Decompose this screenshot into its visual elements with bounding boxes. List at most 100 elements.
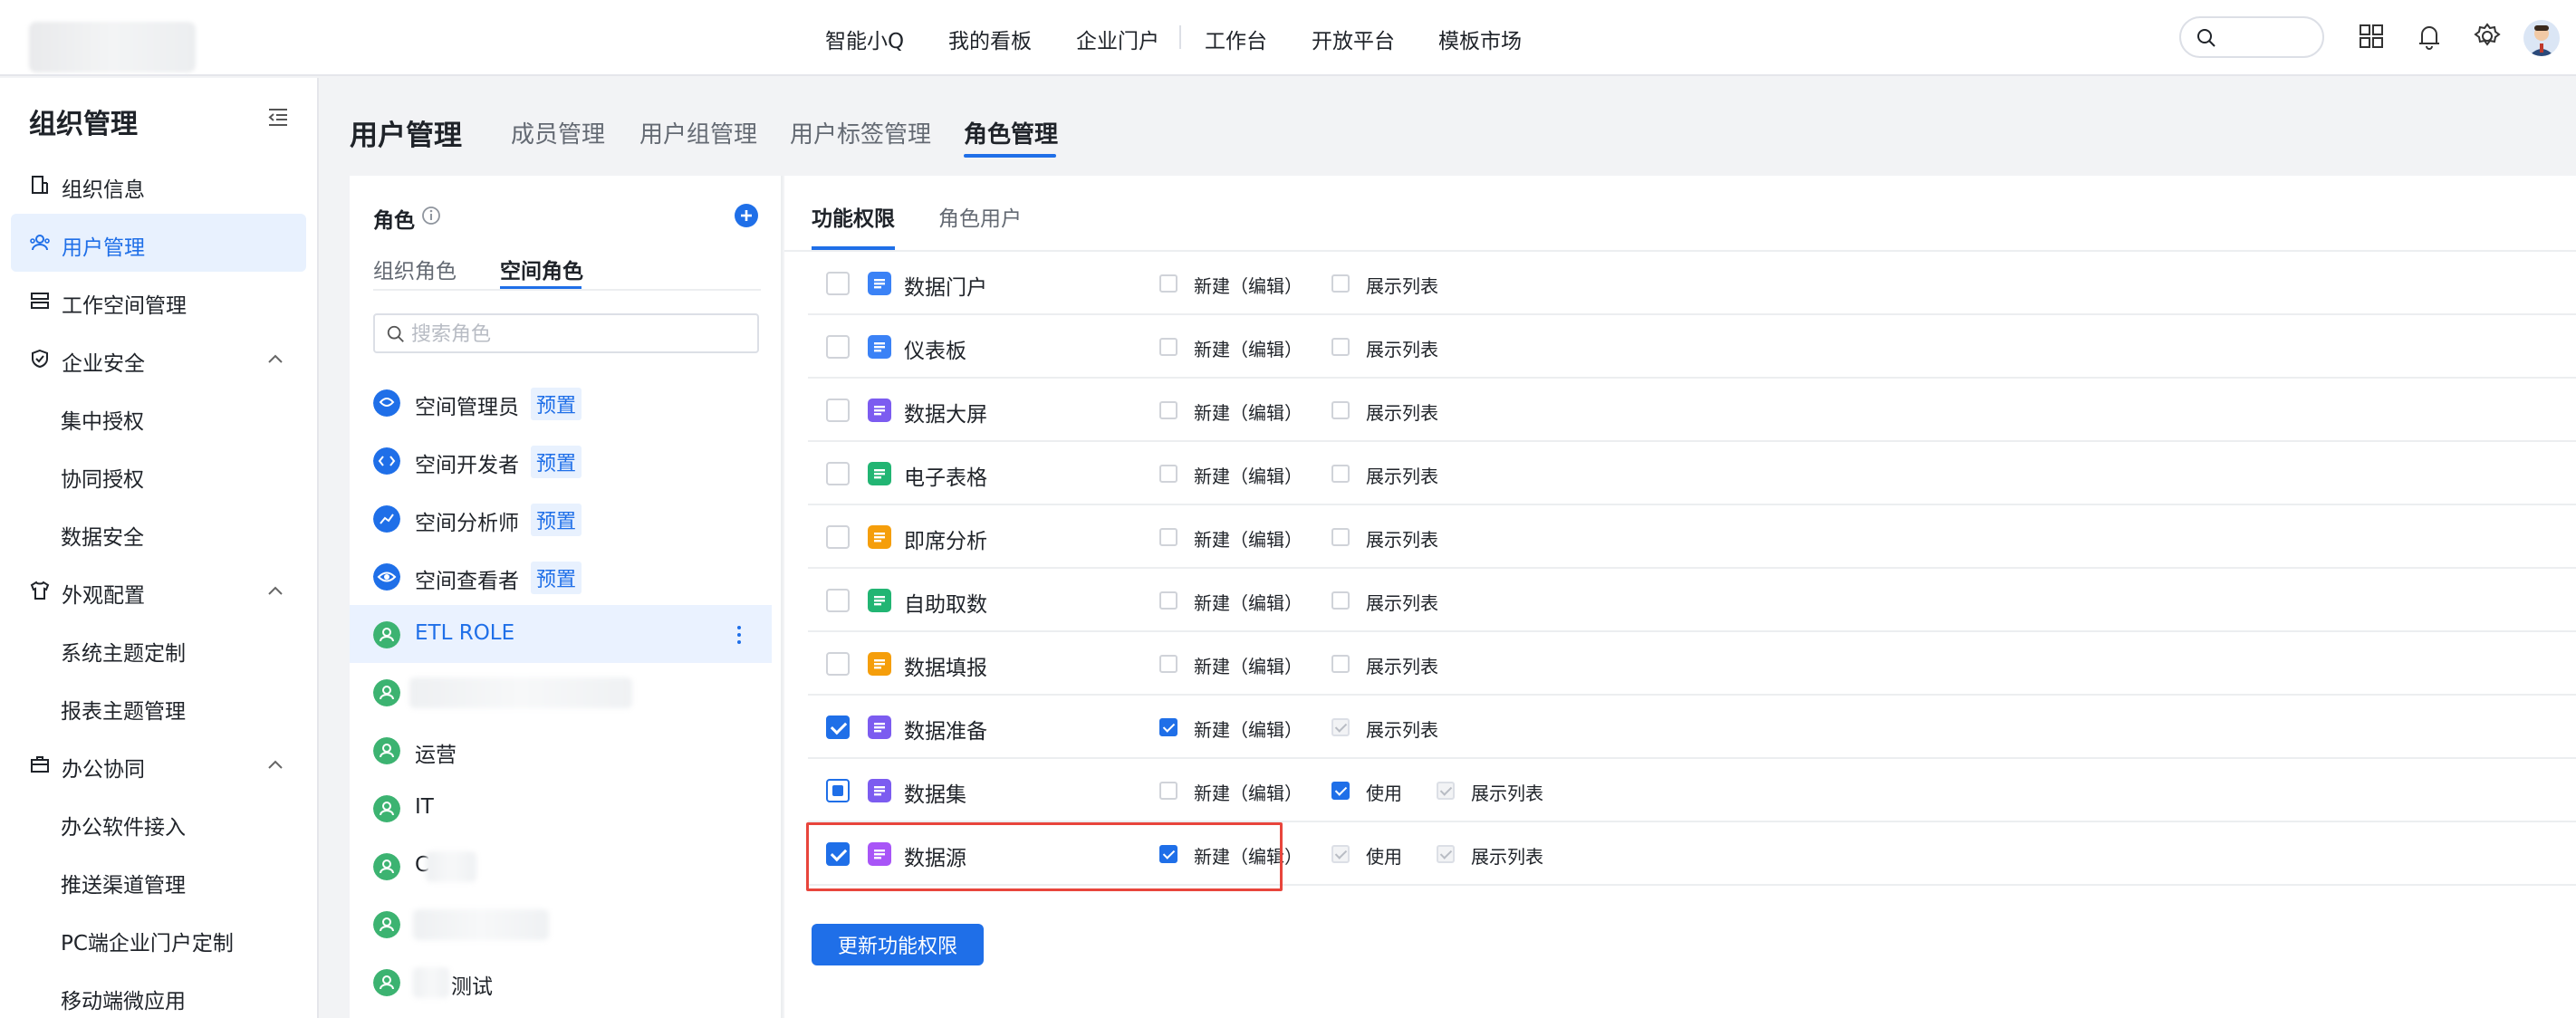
module-checkbox[interactable] xyxy=(826,589,850,612)
permission-checkbox[interactable] xyxy=(1331,338,1350,356)
tab-member-management[interactable]: 成员管理 xyxy=(511,116,605,149)
tab-user-tag[interactable]: 用户标签管理 xyxy=(790,116,931,149)
chevron-up-icon[interactable] xyxy=(266,583,284,598)
sidebar-item-label: 外观配置 xyxy=(62,584,145,608)
permission-checkbox xyxy=(1331,718,1350,736)
role-item[interactable]: C xyxy=(350,837,772,895)
sidebar-item-org-info[interactable]: 组织信息 xyxy=(11,156,306,214)
module-checkbox[interactable] xyxy=(826,335,850,359)
user-avatar[interactable] xyxy=(2523,20,2560,56)
permission-checkbox[interactable] xyxy=(1159,655,1177,673)
sidebar-item-workspace[interactable]: 工作空间管理 xyxy=(11,272,306,330)
chevron-up-icon[interactable] xyxy=(266,351,284,366)
tab-org-roles[interactable]: 组织角色 xyxy=(373,254,457,284)
role-item[interactable]: 空间查看者 预置 xyxy=(350,547,772,605)
update-permissions-button[interactable]: 更新功能权限 xyxy=(812,924,984,965)
sidebar-item-appearance[interactable]: 外观配置 xyxy=(11,562,306,619)
global-search[interactable] xyxy=(2179,16,2324,58)
permission-checkbox[interactable] xyxy=(1331,655,1350,673)
tab-function-permissions[interactable]: 功能权限 xyxy=(812,201,895,232)
active-tab-indicator xyxy=(812,246,895,250)
redacted-role-name xyxy=(426,851,476,882)
role-item[interactable]: 运营 xyxy=(350,721,772,779)
apps-grid-icon[interactable] xyxy=(2355,20,2388,53)
sidebar-item-label: 系统主题定制 xyxy=(61,642,186,666)
permission-label: 新建（编辑） xyxy=(1194,656,1302,677)
nav-workbench[interactable]: 工作台 xyxy=(1205,24,1267,54)
permission-label: 新建（编辑） xyxy=(1194,339,1302,360)
active-tab-indicator xyxy=(964,154,1056,158)
module-checkbox[interactable] xyxy=(826,715,850,739)
nav-smart-q[interactable]: 智能小Q xyxy=(825,24,904,54)
tab-user-group[interactable]: 用户组管理 xyxy=(639,116,757,149)
adhoc-analysis-icon xyxy=(868,525,891,549)
sidebar-item-user-management[interactable]: 用户管理 xyxy=(11,214,306,272)
role-item[interactable]: 空间开发者 预置 xyxy=(350,431,772,489)
permission-checkbox[interactable] xyxy=(1159,338,1177,356)
sidebar-item-collab-auth[interactable]: 协同授权 xyxy=(11,446,306,504)
module-name: 数据准备 xyxy=(904,720,987,744)
sidebar-item-enterprise-security[interactable]: 企业安全 xyxy=(11,330,306,388)
add-role-icon[interactable] xyxy=(734,203,759,228)
more-vertical-icon[interactable] xyxy=(732,623,746,647)
tab-role-management[interactable]: 角色管理 xyxy=(964,116,1058,149)
sidebar-item-push-channel[interactable]: 推送渠道管理 xyxy=(11,851,306,909)
module-checkbox[interactable] xyxy=(826,272,850,295)
sidebar-item-mobile-app[interactable]: 移动端微应用 xyxy=(11,967,306,1018)
permission-checkbox[interactable] xyxy=(1331,782,1350,800)
module-checkbox[interactable] xyxy=(826,462,850,485)
module-checkbox[interactable] xyxy=(826,399,850,422)
dashboard-icon xyxy=(868,335,891,359)
role-item[interactable] xyxy=(350,663,772,721)
permission-checkbox[interactable] xyxy=(1331,274,1350,293)
bell-icon[interactable] xyxy=(2413,20,2446,53)
redacted-role-name xyxy=(413,909,549,940)
role-search-input[interactable] xyxy=(411,321,746,348)
role-item[interactable] xyxy=(350,895,772,953)
module-checkbox[interactable] xyxy=(826,779,850,802)
nav-open-platform[interactable]: 开放平台 xyxy=(1312,24,1395,54)
spreadsheet-icon xyxy=(868,462,891,485)
sidebar-item-pc-portal[interactable]: PC端企业门户定制 xyxy=(11,909,306,967)
nav-portal[interactable]: 企业门户 xyxy=(1076,24,1159,54)
tab-space-roles[interactable]: 空间角色 xyxy=(500,254,583,284)
permission-checkbox[interactable] xyxy=(1159,528,1177,546)
collapse-sidebar-icon[interactable] xyxy=(266,105,290,129)
role-item[interactable]: IT xyxy=(350,779,772,837)
permission-checkbox[interactable] xyxy=(1331,591,1350,610)
permission-checkbox[interactable] xyxy=(1159,718,1177,736)
tab-role-users[interactable]: 角色用户 xyxy=(938,201,1022,232)
permission-checkbox[interactable] xyxy=(1331,465,1350,483)
role-item[interactable]: 空间分析师 预置 xyxy=(350,489,772,547)
info-icon[interactable] xyxy=(420,205,442,226)
role-item[interactable]: 测试 xyxy=(350,953,772,1011)
permission-checkbox[interactable] xyxy=(1159,465,1177,483)
sidebar-item-label: 推送渠道管理 xyxy=(61,874,186,898)
perm-row-dashboard: 仪表板 新建（编辑） 展示列表 xyxy=(808,315,2576,379)
permission-checkbox[interactable] xyxy=(1331,401,1350,419)
nav-template-market[interactable]: 模板市场 xyxy=(1438,24,1522,54)
module-checkbox[interactable] xyxy=(826,652,850,676)
sidebar-item-data-security[interactable]: 数据安全 xyxy=(11,504,306,562)
module-name: 数据填报 xyxy=(904,657,987,680)
sidebar-item-office-software[interactable]: 办公软件接入 xyxy=(11,793,306,851)
gear-icon[interactable] xyxy=(2471,20,2504,53)
role-item-selected[interactable]: ETL ROLE xyxy=(350,605,772,663)
nav-my-board[interactable]: 我的看板 xyxy=(948,24,1032,54)
sidebar-item-office-collab[interactable]: 办公协同 xyxy=(11,735,306,793)
search-icon xyxy=(2197,29,2216,47)
module-checkbox[interactable] xyxy=(826,525,850,549)
highlight-box xyxy=(806,822,1283,891)
permission-checkbox[interactable] xyxy=(1159,401,1177,419)
permission-checkbox[interactable] xyxy=(1159,274,1177,293)
sidebar-item-system-theme[interactable]: 系统主题定制 xyxy=(11,619,306,677)
sidebar-item-central-auth[interactable]: 集中授权 xyxy=(11,388,306,446)
role-item[interactable]: 空间管理员 预置 xyxy=(350,373,772,431)
sidebar-item-report-theme[interactable]: 报表主题管理 xyxy=(11,677,306,735)
sidebar-item-label: 用户管理 xyxy=(62,236,145,260)
permission-checkbox[interactable] xyxy=(1159,782,1177,800)
permission-checkbox[interactable] xyxy=(1159,591,1177,610)
chevron-up-icon[interactable] xyxy=(266,757,284,772)
permission-label: 展示列表 xyxy=(1366,466,1438,487)
permission-checkbox[interactable] xyxy=(1331,528,1350,546)
